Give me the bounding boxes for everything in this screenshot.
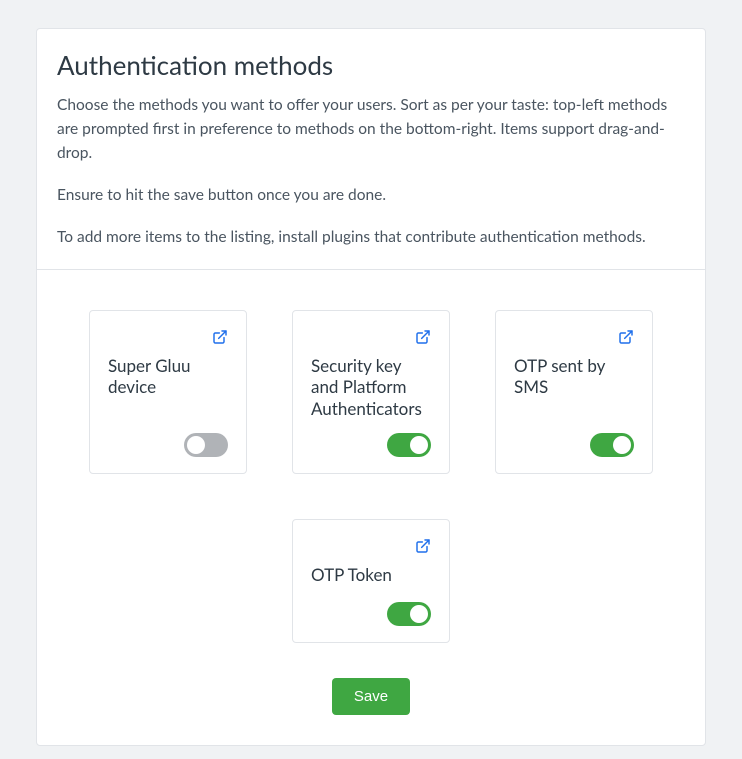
description-paragraph: Choose the methods you want to offer you… (57, 93, 685, 165)
methods-grid: Super Gluu device (57, 310, 685, 643)
enable-toggle[interactable] (387, 433, 431, 457)
enable-toggle[interactable] (387, 602, 431, 626)
card-link-row (311, 538, 431, 554)
toggle-row (311, 433, 431, 457)
description-paragraph: To add more items to the listing, instal… (57, 225, 685, 249)
save-row: Save (57, 678, 685, 715)
external-link-icon[interactable] (415, 538, 431, 554)
method-label: Super Gluu device (108, 355, 228, 419)
external-link-icon[interactable] (212, 329, 228, 345)
toggle-row (108, 433, 228, 457)
toggle-row (514, 433, 634, 457)
external-link-icon[interactable] (415, 329, 431, 345)
enable-toggle[interactable] (590, 433, 634, 457)
panel-body: Super Gluu device (37, 270, 705, 745)
card-link-row (108, 329, 228, 345)
method-card-otp-token[interactable]: OTP Token (292, 519, 450, 643)
save-button[interactable]: Save (332, 678, 410, 715)
description-paragraph: Ensure to hit the save button once you a… (57, 183, 685, 207)
auth-methods-panel: Authentication methods Choose the method… (36, 28, 706, 746)
toggle-row (311, 602, 431, 626)
method-label: OTP sent by SMS (514, 355, 634, 419)
external-link-icon[interactable] (618, 329, 634, 345)
method-label: Security key and Platform Authenticators (311, 355, 431, 419)
card-link-row (514, 329, 634, 345)
method-label: OTP Token (311, 564, 431, 588)
method-card-security-key[interactable]: Security key and Platform Authenticators (292, 310, 450, 474)
enable-toggle[interactable] (184, 433, 228, 457)
method-card-otp-sms[interactable]: OTP sent by SMS (495, 310, 653, 474)
panel-header: Authentication methods Choose the method… (37, 29, 705, 270)
card-link-row (311, 329, 431, 345)
page-title: Authentication methods (57, 49, 685, 81)
method-card-super-gluu[interactable]: Super Gluu device (89, 310, 247, 474)
